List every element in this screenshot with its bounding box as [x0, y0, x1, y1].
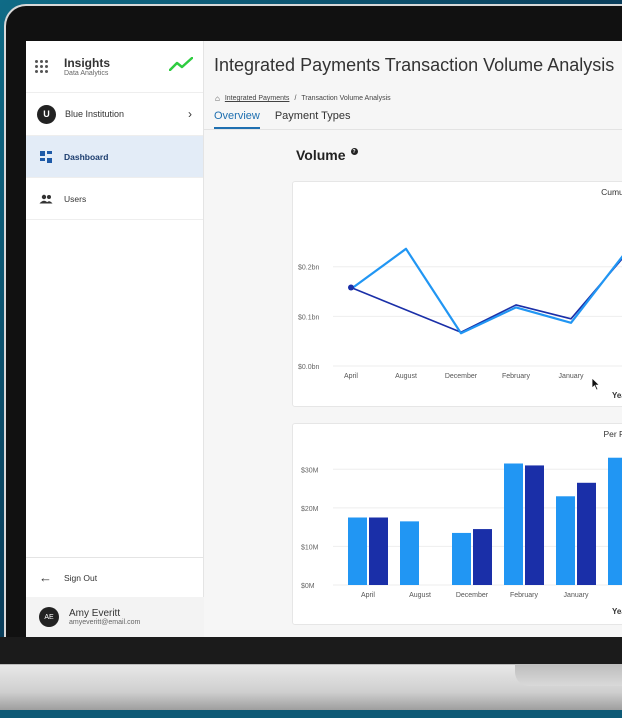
app-screen: Insights Data Analytics U Blue Instituti…: [26, 41, 622, 637]
bar: [504, 463, 523, 585]
info-icon[interactable]: ?: [350, 148, 358, 155]
per-period-bar-chart: $0M $10M $20M $30M April August December Februa…: [301, 457, 622, 599]
legend-label: Year: [612, 607, 622, 616]
sidebar-item-dashboard[interactable]: Dashboard: [26, 136, 203, 178]
avatar: AE: [39, 607, 59, 627]
dashboard-icon: [39, 150, 53, 163]
data-point: [348, 284, 354, 291]
chart-legend: Year AY: [612, 607, 622, 616]
home-icon[interactable]: ⌂: [215, 94, 220, 103]
institution-label: Blue Institution: [65, 109, 125, 119]
chevron-right-icon: ›: [188, 107, 192, 121]
breadcrumb-link[interactable]: Integrated Payments: [225, 95, 290, 102]
x-tick-label: December: [456, 592, 489, 599]
bar: [556, 496, 575, 585]
legend-label: Year: [612, 391, 622, 400]
cumulative-line-chart: $0.0bn $0.1bn $0.2bn April August December Feb…: [298, 247, 622, 380]
sidebar-item-label: Users: [64, 193, 87, 204]
main-content: Integrated Payments Transaction Volume A…: [204, 41, 622, 637]
bar: [608, 457, 622, 585]
x-tick-label: January: [564, 592, 589, 599]
tabs-divider: [204, 129, 622, 130]
series-line: [350, 247, 622, 335]
laptop-notch: [515, 664, 622, 686]
bar: [525, 465, 544, 585]
x-tick-label: August: [409, 592, 431, 599]
breadcrumb-separator: /: [294, 95, 297, 102]
user-profile[interactable]: AE Amy Everitt amyeveritt@email.com: [26, 597, 204, 637]
user-email: amyeveritt@email.com: [69, 619, 141, 626]
arrow-left-icon: ←: [39, 570, 52, 585]
bar: [452, 532, 471, 585]
per-period-chart-card: Per Period T $0M$10M$20M$30MAprilAugustD…: [292, 423, 622, 625]
section-title: Volume ?: [296, 147, 358, 163]
bar: [348, 517, 367, 585]
x-tick-label: January: [559, 373, 584, 380]
bar: [400, 521, 419, 585]
sidebar: Insights Data Analytics U Blue Instituti…: [26, 41, 204, 637]
sidebar-item-users[interactable]: Users: [26, 178, 203, 220]
mouse-cursor-icon: [591, 377, 601, 391]
trend-up-icon: [169, 57, 193, 71]
bar: [369, 517, 388, 585]
y-tick-label: $0.0bn: [298, 364, 320, 371]
x-tick-label: February: [510, 592, 539, 599]
sign-out-label: Sign Out: [64, 572, 98, 583]
bar: [577, 482, 596, 585]
cumulative-chart-card: Cumulative T $0.0bn$0.1bn$0.2bnAprilAugu…: [292, 181, 622, 407]
tab-overview[interactable]: Overview: [214, 110, 260, 129]
institution-selector[interactable]: U Blue Institution ›: [26, 93, 203, 136]
page-title: Integrated Payments Transaction Volume A…: [214, 55, 615, 75]
x-tick-label: April: [344, 373, 358, 380]
y-tick-label: $10M: [301, 544, 319, 551]
y-tick-label: $0M: [301, 583, 315, 590]
brand-title: Insights: [64, 55, 111, 70]
sidebar-item-label: Dashboard: [64, 151, 109, 162]
y-tick-label: $20M: [301, 506, 319, 513]
tab-payment-types[interactable]: Payment Types: [275, 110, 351, 129]
brand: Insights Data Analytics: [26, 41, 203, 93]
brand-subtitle: Data Analytics: [64, 69, 109, 77]
sign-out-button[interactable]: ← Sign Out: [26, 557, 204, 597]
laptop-hinge: [0, 637, 622, 664]
section-title-text: Volume: [296, 147, 346, 163]
y-tick-label: $30M: [301, 467, 319, 474]
x-tick-label: April: [361, 592, 375, 599]
app-grid-icon[interactable]: [35, 59, 49, 74]
tab-bar: Overview Payment Types: [214, 110, 365, 129]
y-tick-label: $0.2bn: [298, 265, 320, 272]
chart-legend: Year AY: [612, 391, 622, 400]
user-name: Amy Everitt: [69, 608, 121, 619]
breadcrumb: ⌂ Integrated Payments / Transaction Volu…: [215, 94, 391, 103]
x-tick-label: December: [445, 373, 478, 380]
background-strip: [0, 710, 622, 718]
x-tick-label: August: [395, 373, 417, 380]
institution-badge: U: [37, 104, 56, 124]
users-icon: [39, 194, 53, 204]
y-tick-label: $0.1bn: [298, 314, 320, 321]
x-tick-label: February: [502, 373, 531, 380]
breadcrumb-current: Transaction Volume Analysis: [301, 95, 391, 102]
bar: [473, 529, 492, 585]
